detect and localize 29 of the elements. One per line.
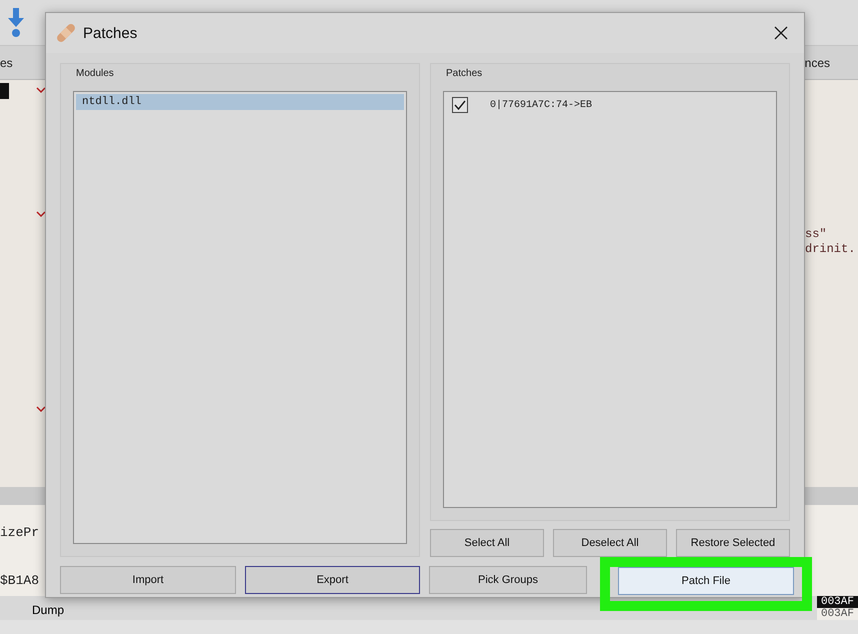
- address-text: 003AF: [816, 608, 858, 620]
- button[interactable]: Pick Groups: [429, 566, 587, 594]
- button[interactable]: Patch File: [618, 567, 794, 595]
- code-line: $B1A8: [0, 573, 40, 589]
- group-label: Modules: [76, 68, 115, 79]
- download-arrow-icon[interactable]: [8, 8, 24, 38]
- module-list[interactable]: ntdll.dll: [73, 91, 407, 544]
- chevron-icon[interactable]: [36, 87, 46, 93]
- tab[interactable]: nces: [804, 56, 858, 70]
- patch-list[interactable]: 0|77691A7C:74->EB: [443, 91, 777, 508]
- tab[interactable]: Dump: [0, 596, 64, 620]
- close-icon[interactable]: [774, 26, 788, 40]
- button[interactable]: Deselect All: [553, 529, 667, 557]
- code-line: drinit.: [805, 242, 856, 257]
- list-item[interactable]: ntdll.dll: [76, 94, 404, 110]
- button[interactable]: Export: [245, 566, 420, 594]
- chevron-icon[interactable]: [36, 406, 46, 412]
- code-line: ss": [805, 227, 828, 242]
- group-label: Patches: [446, 68, 484, 79]
- chevron-icon[interactable]: [36, 211, 46, 217]
- button[interactable]: Select All: [430, 529, 544, 557]
- tab[interactable]: es: [0, 56, 41, 70]
- button[interactable]: Restore Selected: [676, 529, 790, 557]
- address-text: 003AF: [816, 596, 858, 608]
- patch-entry: 0|77691A7C:74->EB: [490, 100, 592, 110]
- code-line: izePr: [0, 525, 40, 541]
- checkbox[interactable]: [452, 97, 468, 113]
- button[interactable]: Import: [60, 566, 236, 594]
- window-title: Patches: [83, 24, 138, 42]
